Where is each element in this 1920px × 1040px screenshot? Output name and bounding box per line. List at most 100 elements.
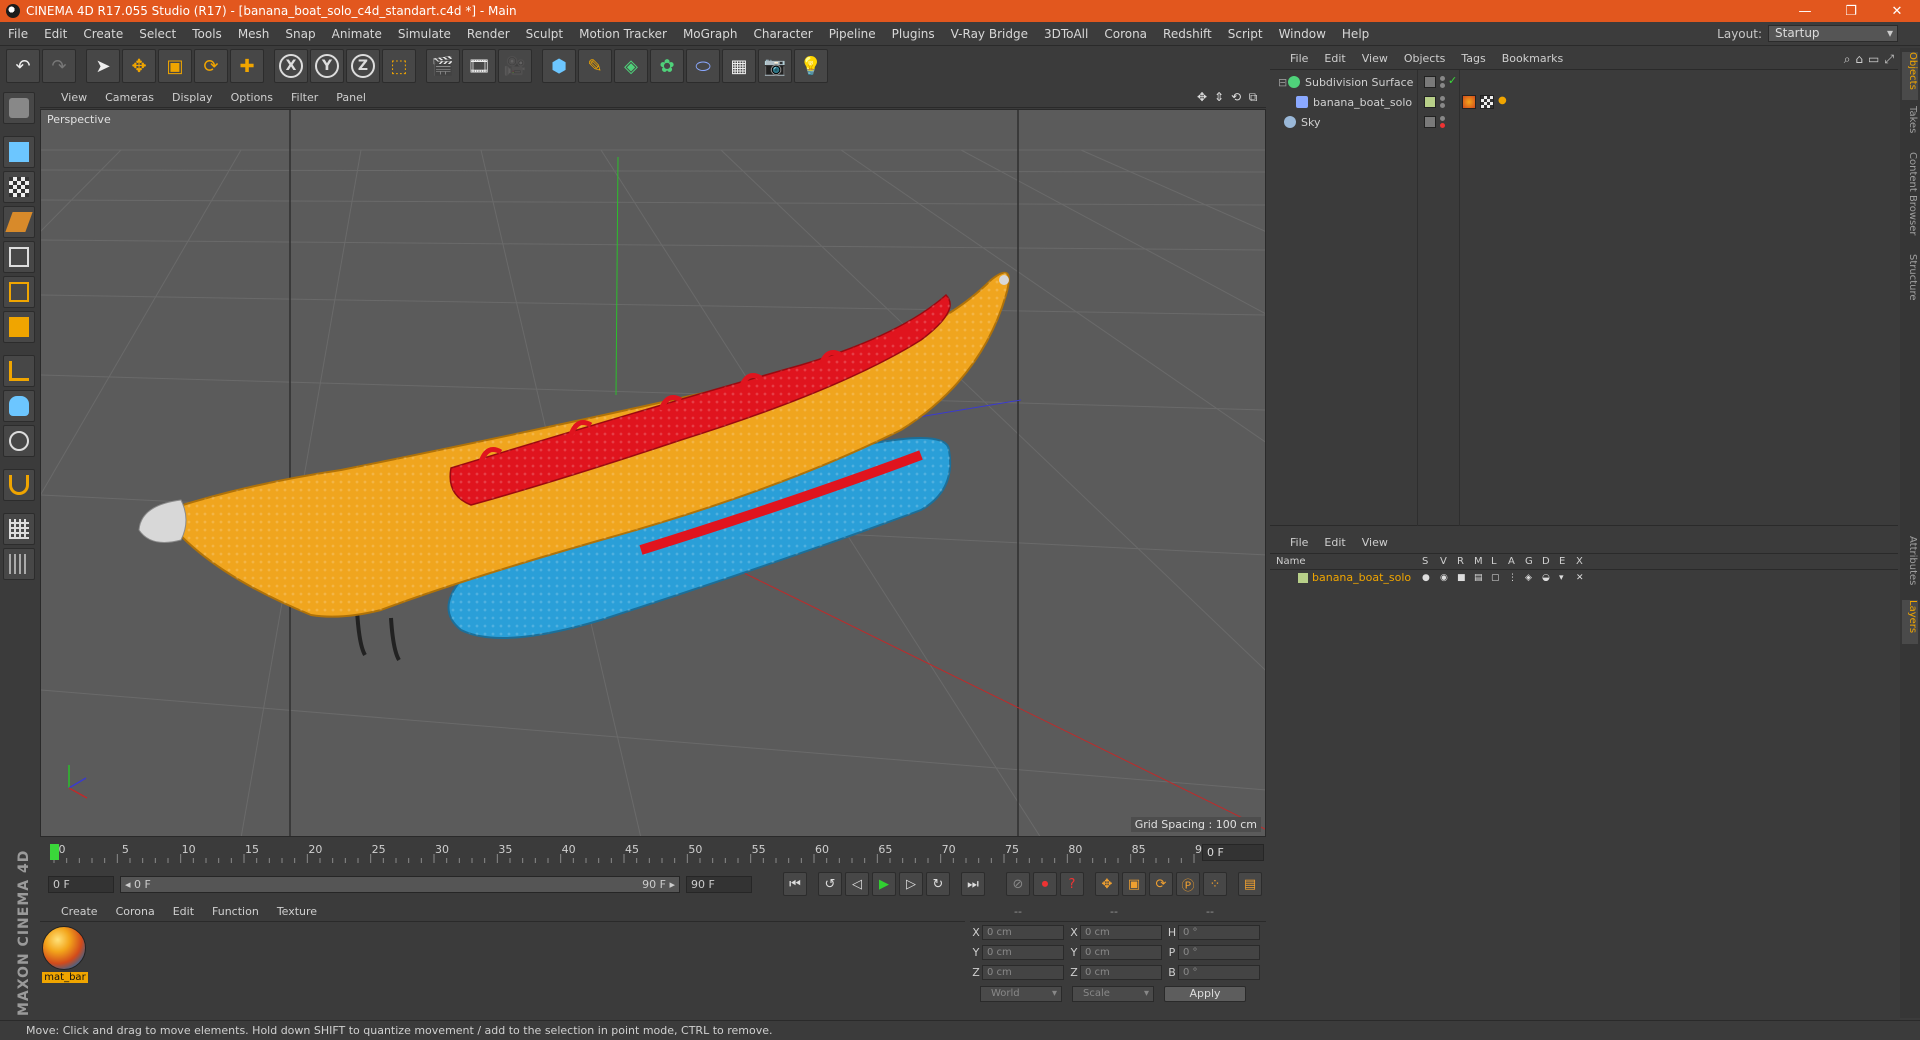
workplane-lock-button[interactable]	[3, 513, 35, 545]
object-home-icon[interactable]: ⌂	[1855, 52, 1863, 67]
coordinate-mode-dropdown[interactable]: Scale	[1072, 986, 1154, 1002]
recent-tool-button[interactable]: ✚	[230, 49, 264, 83]
layout-dropdown[interactable]: Startup	[1768, 25, 1898, 42]
layer-col-locked[interactable]: L	[1491, 556, 1497, 567]
next-key-button[interactable]: ↻	[926, 872, 950, 896]
menu-simulate[interactable]: Simulate	[390, 22, 459, 46]
editor-visibility-toggle[interactable]	[1424, 76, 1436, 88]
viewport-menu-filter[interactable]: Filter	[282, 91, 327, 104]
object-search-icon[interactable]: ⌕	[1844, 52, 1851, 67]
viewport-maximize-icon[interactable]: ⧉	[1246, 90, 1260, 104]
coordinate-space-dropdown[interactable]: World	[980, 986, 1062, 1002]
viewport-rotate-icon[interactable]: ⟲	[1229, 90, 1243, 104]
go-to-start-button[interactable]: ⏮	[783, 872, 807, 896]
position-z-field[interactable]: 0 cm	[982, 964, 1064, 980]
menu-character[interactable]: Character	[745, 22, 820, 46]
menu-edit[interactable]: Edit	[36, 22, 75, 46]
menu-plugins[interactable]: Plugins	[884, 22, 943, 46]
record-keys-disabled-button[interactable]: ⊘	[1006, 872, 1030, 896]
record-position-button[interactable]: ✥	[1095, 872, 1119, 896]
layer-solo-icon[interactable]: ●	[1422, 573, 1432, 583]
object-menu-view[interactable]: View	[1354, 52, 1396, 65]
editor-visibility-toggle[interactable]	[1424, 116, 1436, 128]
viewport-menu-cameras[interactable]: Cameras	[96, 91, 163, 104]
scale-tool-button[interactable]: ▣	[158, 49, 192, 83]
workplane-mode-button[interactable]	[3, 206, 35, 238]
object-menu-objects[interactable]: Objects	[1396, 52, 1454, 65]
viewport-menu-options[interactable]: Options	[222, 91, 282, 104]
current-frame-field[interactable]: 0 F	[1202, 844, 1264, 861]
record-active-objects-button[interactable]: ⏺	[1033, 872, 1057, 896]
object-row-subdivision-surface[interactable]: ⊟ Subdivision Surface ✓	[1270, 72, 1898, 92]
add-deformer-button[interactable]: ⬭	[686, 49, 720, 83]
menu-mesh[interactable]: Mesh	[230, 22, 278, 46]
menu-tools[interactable]: Tools	[184, 22, 230, 46]
enabled-check-icon[interactable]: ✓	[1448, 74, 1457, 87]
polygons-mode-button[interactable]	[3, 311, 35, 343]
menu-render[interactable]: Render	[459, 22, 518, 46]
editor-dot[interactable]	[1440, 116, 1445, 121]
redo-button[interactable]: ↷	[42, 49, 76, 83]
tab-takes[interactable]: Takes	[1902, 106, 1918, 146]
frame-range-slider[interactable]: ◂ 0 F 90 F ▸	[120, 875, 680, 893]
viewport-menu-display[interactable]: Display	[163, 91, 222, 104]
magnet-tool-button[interactable]	[3, 469, 35, 501]
layer-menu-edit[interactable]: Edit	[1316, 536, 1353, 549]
perspective-viewport[interactable]: Perspective Grid Spacing : 100 cm	[40, 109, 1266, 837]
move-tool-button[interactable]: ✥	[122, 49, 156, 83]
size-y-field[interactable]: 0 cm	[1080, 944, 1162, 960]
layer-col-name[interactable]: Name	[1276, 556, 1306, 567]
editor-dot[interactable]	[1440, 96, 1445, 101]
menu-corona[interactable]: Corona	[1096, 22, 1155, 46]
material-tag-icon[interactable]	[1462, 95, 1476, 109]
layer-col-expressions[interactable]: E	[1559, 556, 1565, 567]
make-editable-button[interactable]	[3, 92, 35, 124]
layer-expression-icon[interactable]: ▾	[1559, 573, 1569, 583]
layer-col-render[interactable]: R	[1457, 556, 1464, 567]
minimize-button[interactable]: —	[1782, 0, 1828, 22]
layer-col-view[interactable]: V	[1440, 556, 1447, 567]
menu-animate[interactable]: Animate	[324, 22, 390, 46]
record-scale-button[interactable]: ▣	[1122, 872, 1146, 896]
menu-mograph[interactable]: MoGraph	[675, 22, 746, 46]
add-cube-button[interactable]: ⬢	[542, 49, 576, 83]
layer-animation-icon[interactable]: ⋮	[1508, 573, 1518, 583]
record-rotation-button[interactable]: ⟳	[1149, 872, 1173, 896]
previous-key-button[interactable]: ↺	[818, 872, 842, 896]
live-selection-button[interactable]: ➤	[86, 49, 120, 83]
editor-dot[interactable]	[1440, 76, 1445, 81]
undo-button[interactable]: ↶	[6, 49, 40, 83]
material-menu-function[interactable]: Function	[203, 905, 268, 918]
layer-col-deformers[interactable]: D	[1542, 556, 1550, 567]
close-button[interactable]: ✕	[1874, 0, 1920, 22]
menu-help[interactable]: Help	[1334, 22, 1377, 46]
render-dot[interactable]	[1440, 83, 1445, 88]
layer-lock-icon[interactable]: ▢	[1491, 573, 1501, 583]
size-z-field[interactable]: 0 cm	[1080, 964, 1162, 980]
object-menu-tags[interactable]: Tags	[1453, 52, 1493, 65]
menu-file[interactable]: File	[0, 22, 36, 46]
render-dot[interactable]	[1440, 123, 1445, 128]
record-point-level-button[interactable]: ⁘	[1203, 872, 1227, 896]
coordinate-system-button[interactable]: ⬚	[382, 49, 416, 83]
material-menu-texture[interactable]: Texture	[268, 905, 326, 918]
layer-col-solo[interactable]: S	[1422, 556, 1428, 567]
add-camera-button[interactable]: 📷	[758, 49, 792, 83]
go-to-end-button[interactable]: ⏭	[961, 872, 985, 896]
object-menu-file[interactable]: File	[1282, 52, 1316, 65]
edit-render-settings-button[interactable]: 🎥	[498, 49, 532, 83]
texture-mode-button[interactable]	[3, 171, 35, 203]
frame-ruler[interactable]: 051015202530354045505560657075808590	[50, 842, 1209, 864]
position-y-field[interactable]: 0 cm	[982, 944, 1064, 960]
object-expand-icon[interactable]: ⤢	[1884, 52, 1894, 67]
render-picture-viewer-button[interactable]: 🎞	[462, 49, 496, 83]
layer-col-manager[interactable]: M	[1474, 556, 1483, 567]
tab-attributes[interactable]: Attributes	[1902, 536, 1918, 596]
viewport-zoom-icon[interactable]: ⇕	[1212, 90, 1226, 104]
viewport-camera-label[interactable]: Perspective	[47, 113, 111, 126]
play-forward-button[interactable]: ▶	[872, 872, 896, 896]
object-menu-edit[interactable]: Edit	[1316, 52, 1353, 65]
position-x-field[interactable]: 0 cm	[982, 924, 1064, 940]
menu-script[interactable]: Script	[1220, 22, 1271, 46]
start-frame-field[interactable]: 0 F	[48, 875, 114, 893]
